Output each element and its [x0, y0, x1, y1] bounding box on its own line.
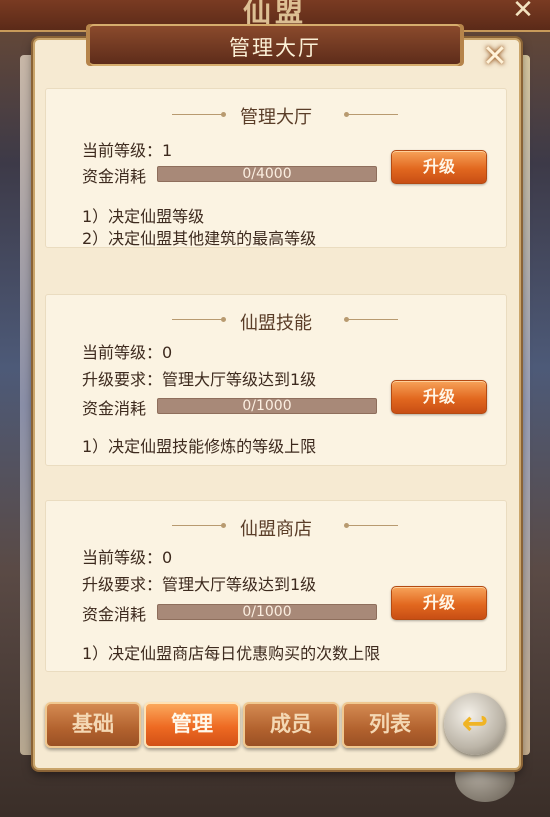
- cost-label: 资金消耗: [82, 399, 147, 418]
- description-line: 2）决定仙盟其他建筑的最高等级: [82, 229, 317, 248]
- description-line: 1）决定仙盟商店每日优惠购买的次数上限: [82, 644, 381, 663]
- cost-progress-bar: 0/1000: [157, 398, 377, 414]
- close-icon[interactable]: ✕: [478, 40, 512, 74]
- cost-label: 资金消耗: [82, 167, 147, 186]
- title-ornament-right: [344, 112, 398, 117]
- title-ornament-right: [344, 317, 398, 322]
- section-title: 仙盟商店: [240, 519, 312, 540]
- current-level: 当前等级：1: [82, 141, 173, 160]
- tab-members[interactable]: 成员: [243, 702, 339, 748]
- tab-management[interactable]: 管理: [144, 702, 240, 748]
- cost-progress-bar: 0/4000: [157, 166, 377, 182]
- upgrade-requirement: 升级要求：管理大厅等级达到1级: [82, 370, 317, 389]
- dialog-title: 管理大厅: [229, 36, 321, 60]
- upgrade-button[interactable]: 升级: [391, 380, 487, 414]
- cost-progress-text: 0/1000: [242, 604, 292, 620]
- description-line: 1）决定仙盟等级: [82, 207, 205, 226]
- cost-progress-bar: 0/1000: [157, 604, 377, 620]
- section-title: 管理大厅: [240, 107, 312, 128]
- section-card-hall: 管理大厅 当前等级：1 资金消耗 0/4000 升级 1）决定仙盟等级 2）决定…: [45, 88, 507, 248]
- cost-label: 资金消耗: [82, 605, 147, 624]
- outer-close-icon[interactable]: ✕: [506, 0, 540, 24]
- tab-basic[interactable]: 基础: [45, 702, 141, 748]
- upgrade-button[interactable]: 升级: [391, 586, 487, 620]
- cost-progress-text: 0/1000: [242, 398, 292, 414]
- description-line: 1）决定仙盟技能修炼的等级上限: [82, 437, 317, 456]
- upgrade-button[interactable]: 升级: [391, 150, 487, 184]
- cost-progress-text: 0/4000: [242, 166, 292, 182]
- current-level: 当前等级：0: [82, 343, 173, 362]
- upgrade-requirement: 升级要求：管理大厅等级达到1级: [82, 575, 317, 594]
- section-title: 仙盟技能: [240, 313, 312, 334]
- title-ornament-right: [344, 523, 398, 528]
- section-card-skills: 仙盟技能 当前等级：0 升级要求：管理大厅等级达到1级 资金消耗 0/1000 …: [45, 294, 507, 466]
- tab-list[interactable]: 列表: [342, 702, 438, 748]
- current-level: 当前等级：0: [82, 548, 173, 567]
- dialog-title-ribbon: 管理大厅: [90, 24, 460, 66]
- return-arrow-icon[interactable]: ↩: [444, 693, 506, 755]
- section-card-shop: 仙盟商店 当前等级：0 升级要求：管理大厅等级达到1级 资金消耗 0/1000 …: [45, 500, 507, 672]
